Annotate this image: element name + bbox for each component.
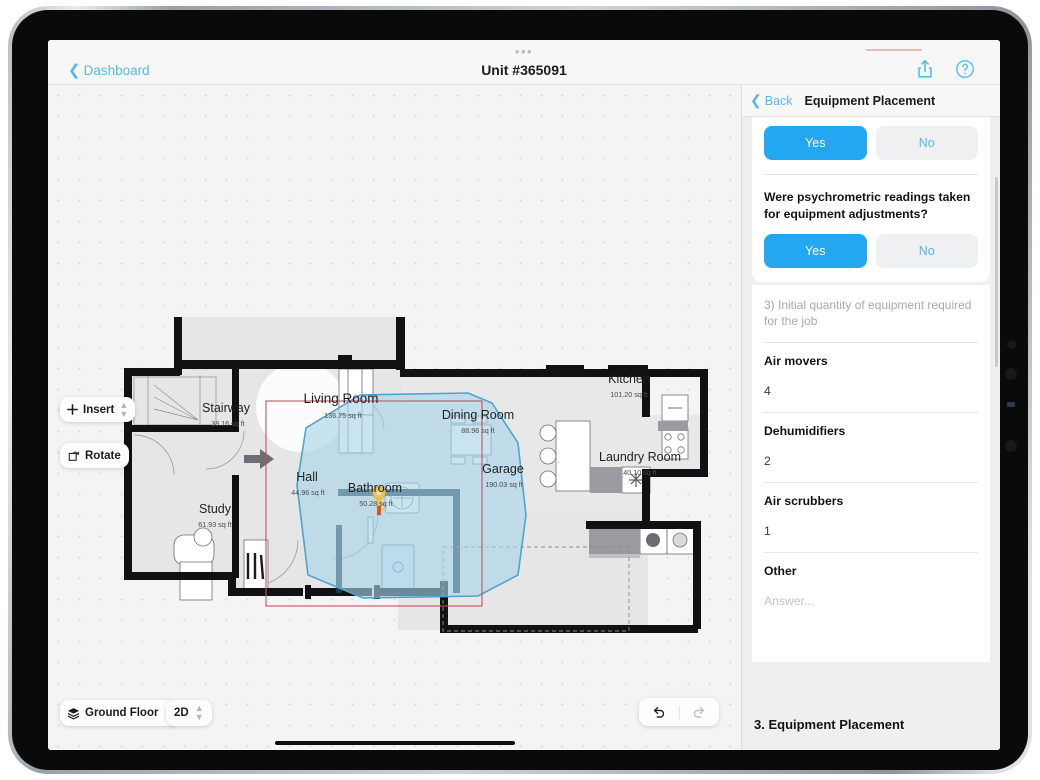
insert-button[interactable]: Insert ▲ ▼ <box>60 397 136 422</box>
room-area: 190.03 sq ft <box>485 480 523 489</box>
share-icon[interactable] <box>914 58 936 80</box>
tablet-screen: ••• ❮ Dashboard Unit #365091 Living Room… <box>48 40 1000 750</box>
room-label: Laundry Room <box>599 450 681 464</box>
room-label: Dining Room <box>442 408 514 422</box>
field-air-movers[interactable]: Air movers 4 <box>752 343 990 412</box>
rotate-square-icon <box>68 451 80 461</box>
previous-question-card: Yes No Were psychrometric readings taken… <box>752 117 990 282</box>
selected-area-polygon[interactable] <box>296 392 527 599</box>
field-value[interactable]: 1 <box>764 508 978 552</box>
chevron-left-icon: ❮ <box>750 92 762 108</box>
room-area: 136.75 sq ft <box>324 411 362 420</box>
question-yes-button[interactable]: Yes <box>764 233 867 268</box>
redo-button[interactable] <box>680 698 720 726</box>
field-value-placeholder[interactable]: Answer... <box>764 578 978 622</box>
room-label: Bathroom <box>348 481 402 495</box>
room-label: Hall <box>296 470 318 484</box>
tablet-device-frame: ••• ❮ Dashboard Unit #365091 Living Room… <box>8 6 1032 774</box>
window-grabber-icon[interactable]: ••• <box>515 45 533 58</box>
bezel-sensor-dot-2 <box>1005 440 1017 452</box>
panel-scroll-area[interactable]: Yes No Were psychrometric readings taken… <box>742 117 1000 750</box>
field-value[interactable]: 2 <box>764 438 978 482</box>
field-label: Air scrubbers <box>764 494 844 509</box>
previous-yes-button[interactable]: Yes <box>764 126 867 160</box>
home-indicator[interactable] <box>274 741 515 745</box>
floorplan-drawing: Living Room 136.75 sq ft Stairway 38.16 … <box>124 317 708 633</box>
bezel-camera-dot <box>1005 368 1017 380</box>
insert-label: Insert <box>83 403 115 416</box>
panel-title: Equipment Placement <box>804 93 936 108</box>
field-value[interactable]: 4 <box>764 368 978 412</box>
room-label: Living Room <box>303 391 378 406</box>
room-area: 38.16 sq ft <box>211 419 245 428</box>
room-label: Stairway <box>202 401 251 415</box>
app-top-bar: ••• ❮ Dashboard Unit #365091 <box>48 40 1000 85</box>
page-title: Unit #365091 <box>481 62 567 78</box>
field-air-scrubbers[interactable]: Air scrubbers 1 <box>752 483 990 552</box>
panel-scrollbar[interactable] <box>995 177 998 367</box>
room-label: Study <box>199 502 232 516</box>
floor-selector-button[interactable]: Ground Floor ▲▼ <box>60 700 180 726</box>
question-no-button[interactable]: No <box>875 233 978 268</box>
inspector-panel: ❮ Back Equipment Placement Yes No Were p… <box>741 85 1000 750</box>
floor-selector-label: Ground Floor <box>85 707 159 719</box>
field-label: Other <box>764 564 797 579</box>
view-mode-button[interactable]: 2D ▲ ▼ <box>166 700 212 726</box>
room-label: Kitchen <box>608 372 650 386</box>
section-note: 3) Initial quantity of equipment require… <box>764 297 972 329</box>
help-circle-icon[interactable] <box>954 58 976 80</box>
history-controls <box>639 698 719 726</box>
room-area: 50.28 sq ft <box>359 499 393 508</box>
field-label: Dehumidifiers <box>764 424 846 439</box>
room-area: 101.20 sq ft <box>610 390 648 399</box>
room-label: Garage <box>482 462 524 476</box>
section-note-card: 3) Initial quantity of equipment require… <box>752 284 990 663</box>
panel-header: ❮ Back Equipment Placement <box>742 85 1000 117</box>
room-area: 61.93 sq ft <box>198 520 232 529</box>
rotate-button[interactable]: Rotate <box>60 443 129 468</box>
progress-tick-marker <box>866 49 922 51</box>
tablet-bezel: ••• ❮ Dashboard Unit #365091 Living Room… <box>12 10 1028 770</box>
room-area: 88.96 sq ft <box>461 426 495 435</box>
field-dehumidifiers[interactable]: Dehumidifiers 2 <box>752 413 990 482</box>
floorplan-canvas[interactable]: Living Room 136.75 sq ft Stairway 38.16 … <box>48 85 741 750</box>
insert-stepper-icon[interactable]: ▲ ▼ <box>119 400 128 419</box>
plus-icon <box>67 404 78 415</box>
bezel-sensor-dot <box>1007 340 1016 349</box>
previous-yesno-group: Yes No <box>752 117 990 174</box>
question-text: Were psychrometric readings taken for eq… <box>764 190 971 221</box>
view-mode-label: 2D <box>174 707 189 719</box>
bezel-speaker-slot <box>1007 402 1015 407</box>
undo-button[interactable] <box>639 698 679 726</box>
room-area: 44.96 sq ft <box>291 488 325 497</box>
redo-arrow-icon <box>693 706 704 718</box>
undo-arrow-icon <box>654 706 665 718</box>
previous-no-button[interactable]: No <box>875 126 978 160</box>
field-label: Air movers <box>764 354 828 369</box>
panel-footer-section[interactable]: 3. Equipment Placement <box>742 698 1000 750</box>
panel-footer-label: 3. Equipment Placement <box>754 716 905 732</box>
view-stepper-icon[interactable]: ▲ ▼ <box>195 704 204 722</box>
panel-back-label: Back <box>764 93 793 108</box>
question-yesno-group: Yes No <box>752 223 990 282</box>
panel-back-button[interactable]: ❮ Back <box>750 92 793 108</box>
rotate-label: Rotate <box>85 449 121 462</box>
field-other[interactable]: Other Answer... <box>752 553 990 662</box>
room-area: 40.10 sq ft <box>623 468 657 477</box>
layers-icon <box>67 707 80 720</box>
